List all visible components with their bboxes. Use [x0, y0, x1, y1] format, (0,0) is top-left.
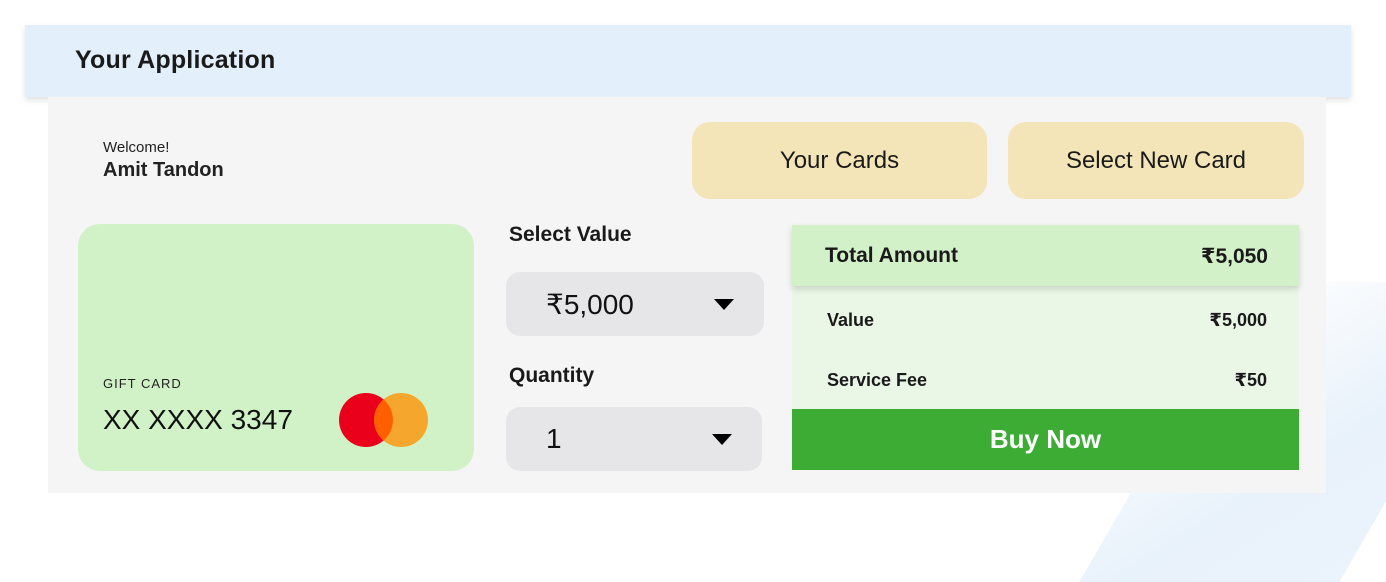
value-dropdown[interactable]: ₹5,000	[506, 272, 764, 336]
card-type-label: GIFT CARD	[103, 376, 182, 391]
quantity-dropdown-selected: 1	[546, 423, 562, 454]
quantity-dropdown[interactable]: 1	[506, 407, 762, 471]
order-summary: Total Amount ₹5,050 Value ₹5,000 Service…	[792, 225, 1299, 470]
total-amount-label: Total Amount	[825, 244, 958, 267]
quantity-label: Quantity	[509, 364, 595, 387]
app-title: Your Application	[75, 46, 276, 74]
card-number: XX XXXX 3347	[103, 404, 293, 435]
value-row-amount: ₹5,000	[1209, 310, 1267, 330]
mastercard-logo-icon	[339, 393, 428, 447]
user-name: Amit Tandon	[103, 159, 224, 181]
value-row-label: Value	[827, 310, 875, 330]
value-dropdown-selected: ₹5,000	[546, 289, 634, 320]
total-amount-value: ₹5,050	[1200, 245, 1268, 268]
caret-down-icon	[712, 434, 732, 445]
select-value-label: Select Value	[509, 223, 632, 246]
caret-down-icon	[714, 299, 734, 310]
total-amount-row: Total Amount ₹5,050	[792, 225, 1299, 286]
welcome-greeting: Welcome!	[103, 139, 170, 156]
app-header: Your Application	[25, 25, 1351, 97]
select-new-card-button[interactable]: Select New Card	[1008, 122, 1304, 199]
service-fee-label: Service Fee	[827, 370, 928, 390]
your-cards-button[interactable]: Your Cards	[692, 122, 987, 199]
service-fee-amount: ₹50	[1234, 370, 1267, 390]
gift-card: GIFT CARD XX XXXX 3347	[78, 224, 474, 471]
buy-now-button[interactable]: Buy Now	[792, 409, 1299, 470]
